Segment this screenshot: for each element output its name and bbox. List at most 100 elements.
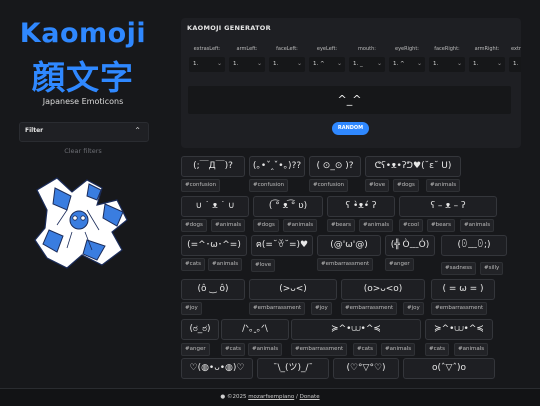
tag-badge[interactable]: #love — [251, 259, 276, 272]
kaomoji-card[interactable]: o(ˆ▽ˆ)o — [403, 358, 495, 379]
kaomoji-card[interactable]: ฅ(=˘ꈊ˘=)♥ — [251, 235, 313, 256]
tag-badge[interactable]: #cats — [181, 258, 206, 271]
face-left-select[interactable]: 1. ⌄ — [269, 57, 305, 72]
tag-badge[interactable]: #cats — [221, 343, 246, 356]
tag-badge[interactable]: #dogs — [253, 219, 279, 232]
kaomoji-card[interactable]: ∪ ˙ ᴥ ˙ ∪ — [181, 196, 249, 217]
tag-badge[interactable]: #animals — [359, 219, 394, 232]
kaomoji-card[interactable]: ♡(◍•ᴗ•◍)♡ — [181, 358, 253, 379]
field-face-right: faceRight: 1. ⌄ — [429, 46, 465, 72]
field-mouth: mouth: 1. _ ⌄ — [349, 46, 385, 72]
field-label: extr — [511, 46, 521, 52]
copyright-text: ©2025 — [226, 394, 247, 400]
random-button[interactable]: RANDOM — [332, 122, 369, 135]
field-label: armRight: — [474, 46, 500, 52]
kaomoji-card[interactable]: (ꏿ﹏ꏿ;) — [441, 235, 507, 256]
chevron-down-icon: ⌄ — [456, 60, 462, 67]
tag-badge[interactable]: #animals — [381, 343, 416, 356]
kaomoji-card[interactable]: ʕ •̀ᴥ•́ ʔ — [327, 196, 395, 217]
tag-badge[interactable]: #love — [365, 179, 390, 192]
tag-badge[interactable]: #bears — [327, 219, 355, 232]
tag-badge[interactable]: #anger — [385, 258, 414, 271]
tag-badge[interactable]: #embarrassment — [341, 302, 398, 315]
tag-badge[interactable]: #animals — [454, 343, 489, 356]
author-link[interactable]: mozarfsempiano — [248, 394, 294, 400]
tag-badge[interactable]: #animals — [283, 219, 318, 232]
arm-left-select[interactable]: 1. ⌄ — [229, 57, 265, 72]
kaomoji-card[interactable]: ≽^•⩊•^≼ — [425, 319, 493, 340]
select-value: 1. — [233, 61, 239, 67]
kaomoji-card[interactable]: (>ᴗ<) — [249, 279, 337, 300]
tag-badge[interactable]: #animals — [426, 179, 461, 192]
kaomoji-card[interactable]: ( = ω = ) — [431, 279, 495, 300]
kaomoji-card[interactable]: (=^･ω･^=) — [181, 235, 247, 256]
tag-badge[interactable]: #animals — [208, 258, 243, 271]
tag-badge[interactable]: #sadness — [441, 262, 476, 275]
tag-badge[interactable]: #anger — [181, 343, 210, 356]
donate-link[interactable]: Donate — [300, 394, 320, 400]
tag-badge[interactable]: #dogs — [181, 219, 207, 232]
eye-left-select[interactable]: 1. ^ ⌄ — [309, 57, 345, 72]
chevron-down-icon: ⌄ — [336, 60, 342, 67]
generator-title: KAOMOJI GENERATOR — [187, 24, 271, 32]
field-extras-right: extr 1. — [509, 46, 521, 72]
tag-badge[interactable]: #confusion — [249, 179, 289, 192]
tag-badge[interactable]: #joy — [181, 302, 202, 315]
kaomoji-card[interactable]: ʕ – ᴥ – ʔ — [399, 196, 497, 217]
tag-badge[interactable]: #joy — [311, 302, 332, 315]
chevron-down-icon: ⌄ — [496, 60, 502, 67]
logo-kanji[interactable]: 顔文字 — [0, 51, 166, 99]
kaomoji-preview[interactable]: ^_^ — [188, 86, 511, 114]
tag-badge[interactable]: #embarrassment — [317, 258, 374, 271]
filter-label: Filter — [25, 127, 44, 134]
field-label: faceLeft: — [276, 46, 298, 52]
kaomoji-card[interactable]: (｡•ˇ‸ˇ•｡)?? — [249, 156, 305, 177]
tag-badge[interactable]: #embarrassment — [291, 343, 348, 356]
field-extras-left: extrasLeft: 1. ⌄ — [189, 46, 225, 72]
extras-right-select[interactable]: 1. — [509, 57, 521, 72]
field-eye-left: eyeLeft: 1. ^ ⌄ — [309, 46, 345, 72]
kaomoji-card[interactable]: ¯\_(ツ)_/¯ — [257, 358, 329, 379]
extras-left-select[interactable]: 1. ⌄ — [189, 57, 225, 72]
kaomoji-card[interactable]: ( ͡° ᴥ ͡° ʋ) — [253, 196, 323, 217]
kaomoji-card[interactable]: ( ⊙_⊙ )? — [309, 156, 361, 177]
field-label: eyeLeft: — [316, 46, 338, 52]
tag-badge[interactable]: #animals — [248, 343, 283, 356]
kaomoji-card[interactable]: ≽^•⩊•^≼ — [291, 319, 421, 340]
tag-badge[interactable]: #cats — [425, 343, 450, 356]
kaomoji-card[interactable]: (@'ω'@) — [317, 235, 381, 256]
tag-badge[interactable]: #embarrassment — [249, 302, 306, 315]
tag-badge[interactable]: #silly — [480, 262, 504, 275]
field-arm-left: armLeft: 1. ⌄ — [229, 46, 265, 72]
arm-right-select[interactable]: 1. ⌄ — [469, 57, 505, 72]
tag-badge[interactable]: #confusion — [181, 179, 221, 192]
face-right-select[interactable]: 1. ⌄ — [429, 57, 465, 72]
tag-badge[interactable]: #dogs — [393, 179, 419, 192]
tag-badge[interactable]: #embarrassment — [431, 302, 488, 315]
tag-badge[interactable]: #animals — [211, 219, 246, 232]
select-value: 1. — [273, 61, 279, 67]
kaomoji-card[interactable]: (ô ‿ ô) — [181, 279, 245, 300]
kaomoji-card[interactable]: (♡°▽°♡) — [333, 358, 399, 379]
mouth-select[interactable]: 1. _ ⌄ — [349, 57, 385, 72]
tag-badge[interactable]: #cats — [353, 343, 378, 356]
kaomoji-card[interactable]: (╬ Ò﹏Ó) — [385, 235, 435, 256]
tag-badge[interactable]: #cool — [399, 219, 423, 232]
tag-badge[interactable]: #joy — [403, 302, 424, 315]
tag-badge[interactable]: #animals — [460, 219, 495, 232]
kaomoji-card[interactable]: (o>ᴗ<o) — [341, 279, 425, 300]
kaomoji-card[interactable]: ᕦʕ•ᴥ•ʔᕤ♥(˘ε˘ U) — [365, 156, 461, 177]
field-label: eyeRight: — [395, 46, 419, 52]
chevron-down-icon: ⌄ — [296, 60, 302, 67]
tag-badge[interactable]: #bears — [427, 219, 455, 232]
tag-badge[interactable]: #confusion — [309, 179, 349, 192]
kaomoji-generator-panel: KAOMOJI GENERATOR extrasLeft: 1. ⌄ armLef… — [181, 18, 521, 148]
clear-filters-link[interactable]: Clear filters — [0, 147, 166, 155]
kaomoji-card[interactable]: (ಠ_ಠ) — [181, 319, 219, 340]
github-icon: ● — [220, 394, 226, 400]
filter-toggle[interactable]: Filter ⌃ — [19, 122, 149, 142]
logo-title[interactable]: Kaomoji — [0, 18, 166, 49]
kaomoji-card[interactable]: (;￣Д￣)? — [181, 156, 245, 177]
kaomoji-card[interactable]: /ᐠ｡ꞈ｡ᐟ\ — [221, 319, 289, 340]
eye-right-select[interactable]: 1. ^ ⌄ — [389, 57, 425, 72]
